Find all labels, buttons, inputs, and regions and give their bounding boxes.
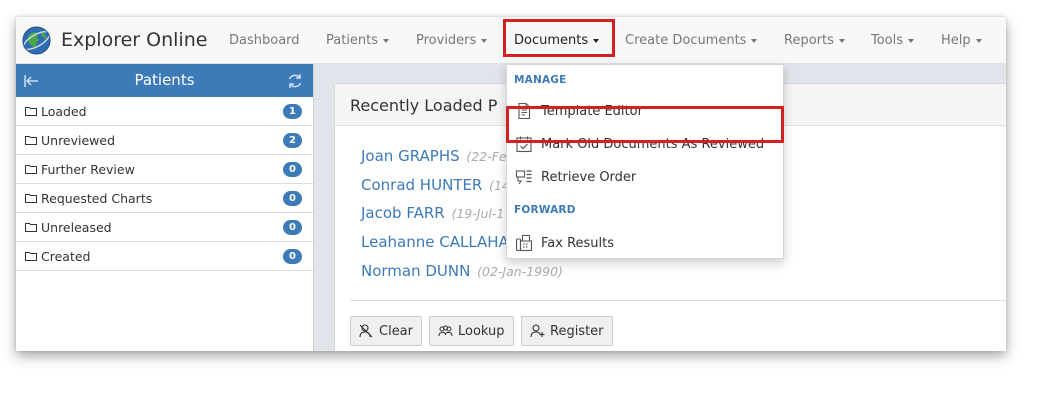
folder-icon: [25, 252, 37, 261]
count-badge: 0: [283, 220, 302, 235]
nav-dashboard[interactable]: Dashboard: [229, 17, 300, 64]
users-icon: [438, 325, 453, 337]
nav-reports[interactable]: Reports: [784, 17, 845, 64]
patient-link-joan-graphs[interactable]: Joan GRAPHS (22-Fe: [361, 147, 507, 165]
sidebar-item-unreviewed[interactable]: Unreviewed 2: [16, 126, 313, 155]
patient-link-conrad-hunter[interactable]: Conrad HUNTER (14: [361, 176, 510, 194]
nav-tools[interactable]: Tools: [871, 17, 915, 64]
sidebar-item-loaded[interactable]: Loaded 1: [16, 97, 313, 126]
brand[interactable]: Explorer Online: [21, 23, 207, 57]
nav-patients[interactable]: Patients: [326, 17, 390, 64]
nav-reports-label: Reports: [784, 33, 834, 48]
caret-down-icon: [481, 38, 488, 43]
patient-name: Norman DUNN: [361, 262, 471, 280]
sidebar-item-label: Further Review: [41, 161, 135, 177]
nav-providers[interactable]: Providers: [416, 17, 488, 64]
lookup-button-label: Lookup: [458, 323, 505, 339]
documents-dropdown-menu: MANAGE Template Editor Mark Old Document…: [506, 64, 784, 259]
menu-item-fax-results[interactable]: Fax Results: [507, 229, 783, 257]
nav-providers-label: Providers: [416, 33, 477, 48]
user-clear-icon: [359, 324, 373, 338]
caret-down-icon: [908, 38, 915, 43]
count-badge: 0: [283, 249, 302, 264]
patient-name: Joan GRAPHS: [361, 147, 460, 165]
sidebar-title: Patients: [134, 71, 195, 89]
caret-down-icon: [838, 38, 845, 43]
count-badge: 2: [283, 133, 302, 148]
menu-section-manage: MANAGE: [514, 74, 567, 86]
panel-title: Recently Loaded P: [350, 96, 498, 115]
folder-icon: [25, 223, 37, 232]
patient-dob: (19-Jul-1: [451, 206, 505, 221]
documents-highlight-box: [503, 19, 615, 57]
patient-dob: (02-Jan-1990): [477, 264, 563, 279]
sidebar-item-further-review[interactable]: Further Review 0: [16, 155, 313, 184]
clear-button-label: Clear: [379, 323, 413, 339]
patient-name: Conrad HUNTER: [361, 176, 483, 194]
sidebar-item-label: Unreviewed: [41, 132, 116, 148]
count-badge: 1: [283, 104, 302, 119]
user-add-icon: [530, 324, 545, 338]
sidebar-item-label: Created: [41, 248, 91, 264]
nav-patients-label: Patients: [326, 33, 379, 48]
patient-dob: (22-Fe: [466, 149, 507, 164]
refresh-icon[interactable]: [286, 72, 304, 90]
patient-name: Jacob FARR: [361, 204, 445, 222]
patient-link-leahanne-callahan[interactable]: Leahanne CALLAHA: [361, 233, 511, 251]
divider: [350, 300, 1006, 301]
register-button[interactable]: Register: [521, 316, 613, 346]
sidebar-item-unreleased[interactable]: Unreleased 0: [16, 213, 313, 242]
menu-item-label: Fax Results: [541, 235, 615, 251]
nav-dashboard-label: Dashboard: [229, 33, 300, 48]
sidebar-item-requested-charts[interactable]: Requested Charts 0: [16, 184, 313, 213]
menu-item-retrieve-order[interactable]: Retrieve Order: [507, 163, 783, 191]
patient-name: Leahanne CALLAHA: [361, 233, 509, 251]
fax-icon: [515, 235, 533, 252]
template-editor-highlight-box: [506, 106, 784, 143]
folder-icon: [25, 136, 37, 145]
sidebar-item-label: Requested Charts: [41, 190, 153, 206]
count-badge: 0: [283, 191, 302, 206]
patients-sidebar: Patients Loaded 1 Unreviewed 2 Further R…: [16, 64, 314, 351]
caret-down-icon: [383, 38, 390, 43]
globe-logo-icon: [22, 25, 51, 55]
patient-link-norman-dunn[interactable]: Norman DUNN (02-Jan-1990): [361, 262, 563, 280]
folder-icon: [25, 165, 37, 174]
lookup-button[interactable]: Lookup: [429, 316, 514, 346]
menu-section-forward: FORWARD: [514, 204, 576, 216]
app-window: Explorer Online Dashboard Patients Provi…: [16, 17, 1006, 351]
nav-help[interactable]: Help: [941, 17, 982, 64]
nav-tools-label: Tools: [871, 33, 904, 48]
menu-item-label: Retrieve Order: [541, 169, 637, 185]
nav-create-documents[interactable]: Create Documents: [625, 17, 758, 64]
sidebar-item-label: Loaded: [41, 103, 87, 119]
sidebar-item-label: Unreleased: [41, 219, 112, 235]
sidebar-header: Patients: [16, 64, 313, 97]
folder-icon: [25, 194, 37, 203]
nav-create-documents-label: Create Documents: [625, 33, 747, 48]
top-navbar: Explorer Online Dashboard Patients Provi…: [16, 17, 1006, 64]
nav-help-label: Help: [941, 33, 971, 48]
sidebar-item-created[interactable]: Created 0: [16, 242, 313, 271]
patient-link-jacob-farr[interactable]: Jacob FARR (19-Jul-1: [361, 204, 504, 222]
app-title: Explorer Online: [61, 29, 208, 51]
register-button-label: Register: [550, 323, 604, 339]
caret-down-icon: [751, 38, 758, 43]
caret-down-icon: [975, 38, 982, 43]
count-badge: 0: [283, 162, 302, 177]
retrieve-order-icon: [515, 170, 532, 185]
clear-button[interactable]: Clear: [350, 316, 422, 346]
folder-icon: [25, 107, 37, 116]
